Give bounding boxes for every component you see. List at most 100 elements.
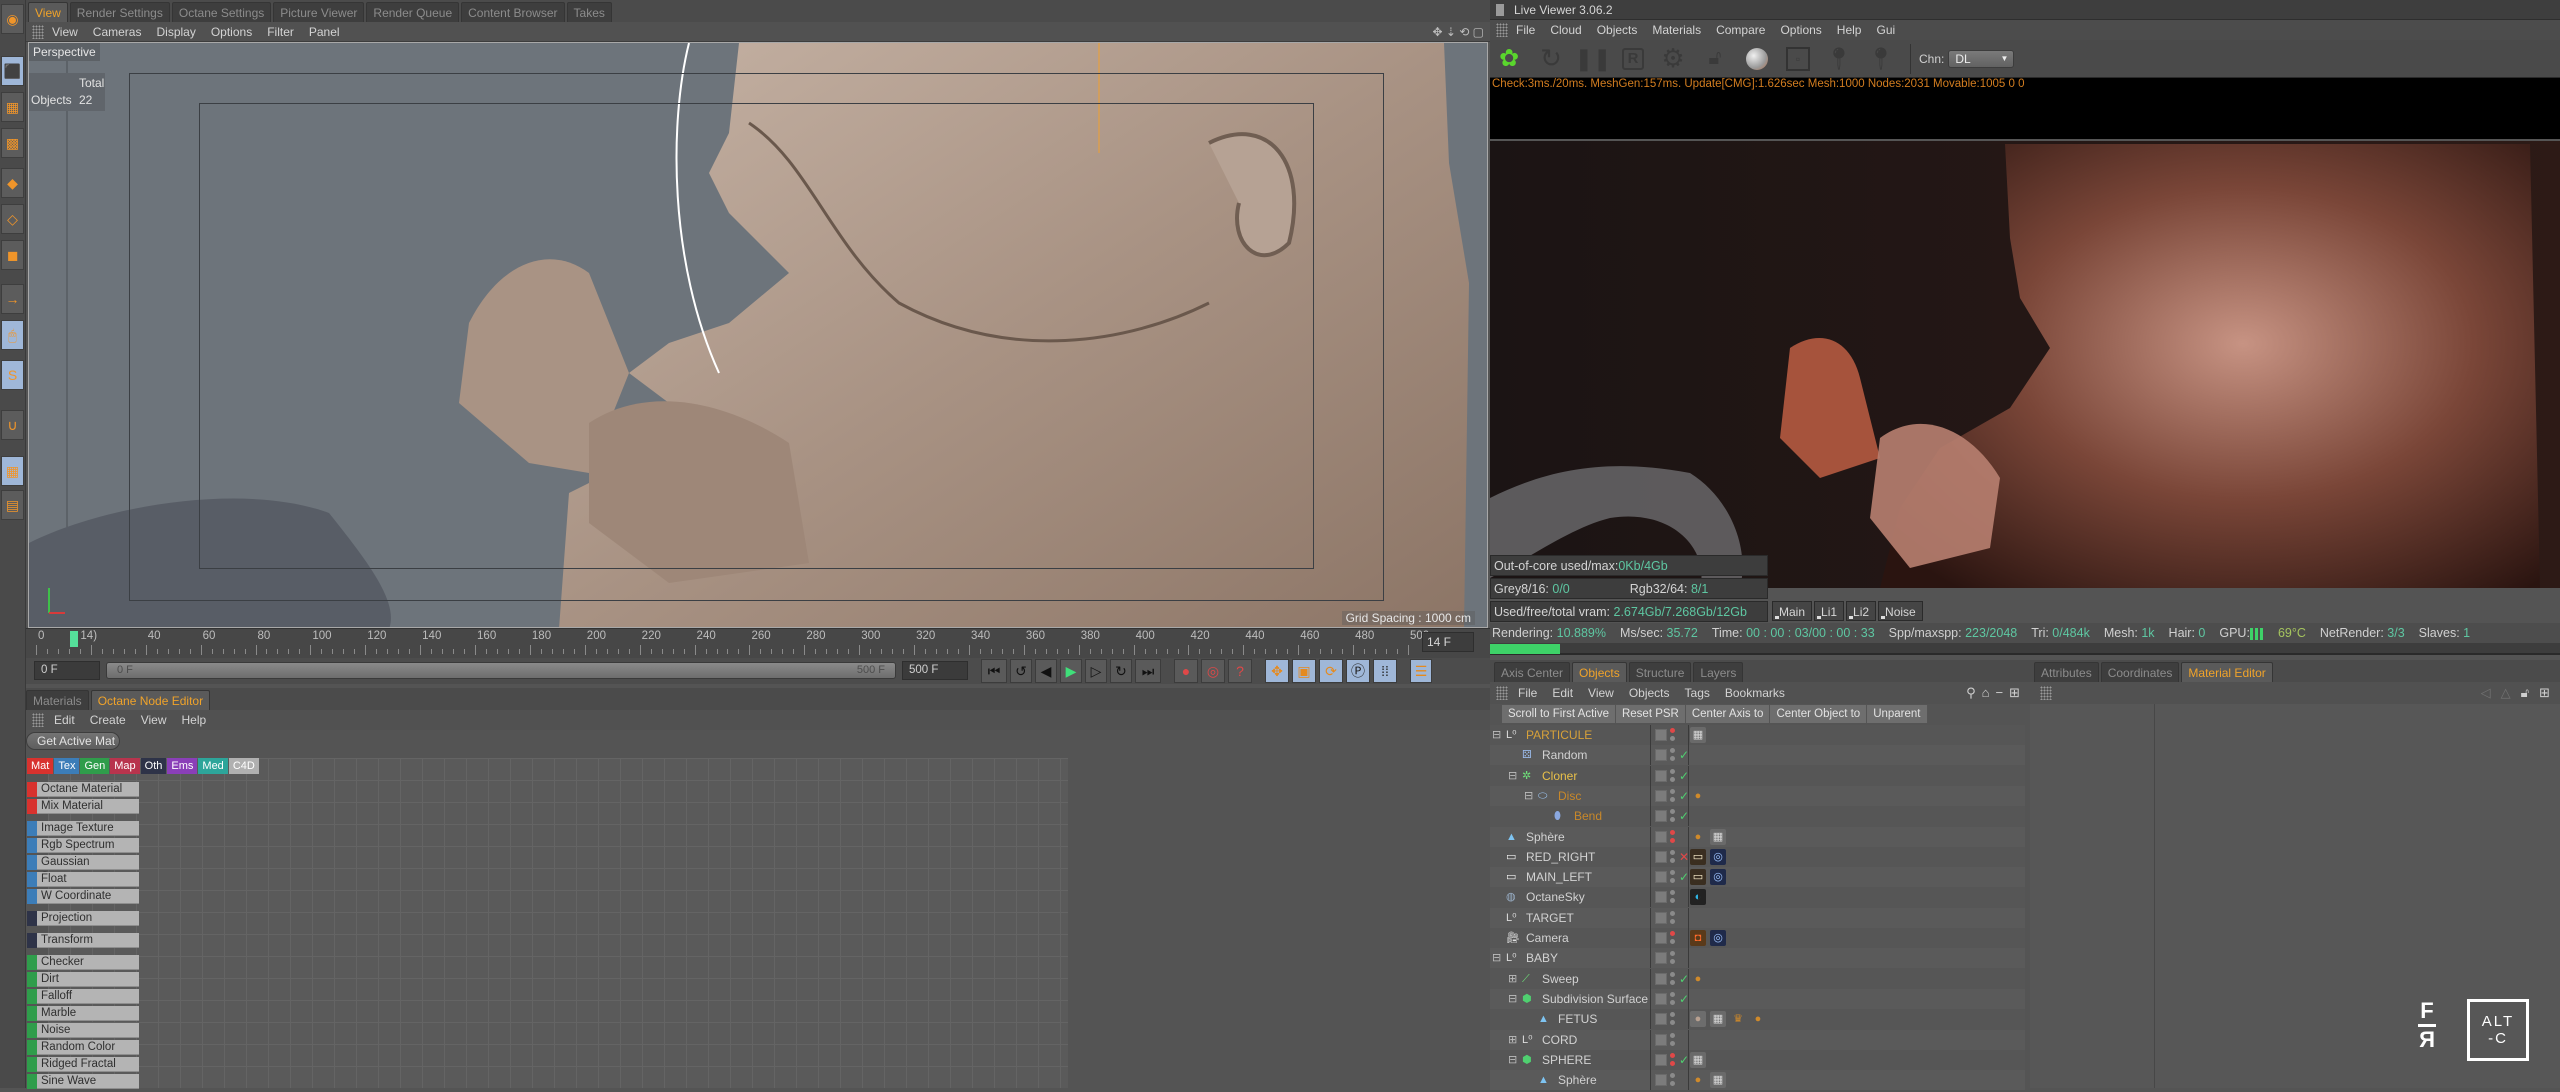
checker-tag-icon[interactable]: ▦	[1710, 1072, 1726, 1089]
render-visibility-dot[interactable]	[1670, 736, 1675, 741]
menu-cameras[interactable]: Cameras	[93, 25, 142, 39]
key-scale-button[interactable]: ▣	[1292, 659, 1316, 683]
material-pick-icon[interactable]: 📍︎	[1867, 46, 1895, 72]
category-ems[interactable]: Ems	[167, 758, 198, 774]
category-map[interactable]: Map	[110, 758, 140, 774]
editor-visibility-dot[interactable]	[1670, 1032, 1675, 1038]
object-row-sphere[interactable]: ⊟ ⬢ SPHERE ✓ ▦	[1490, 1049, 2025, 1070]
menu-panel[interactable]: Panel	[309, 25, 340, 39]
menu-view[interactable]: View	[1588, 686, 1614, 700]
object-name[interactable]: Sphère	[1558, 1070, 1597, 1090]
tab-render-queue[interactable]: Render Queue	[366, 2, 460, 22]
menu-help[interactable]: Help	[1837, 23, 1862, 37]
menu-options[interactable]: Options	[1780, 23, 1821, 37]
node-falloff[interactable]: Falloff	[27, 989, 139, 1004]
editor-visibility-dot[interactable]	[1670, 931, 1675, 936]
editor-visibility-dot[interactable]	[1670, 809, 1675, 815]
pose-tag-icon[interactable]: ♛	[1730, 1011, 1746, 1027]
node-checker[interactable]: Checker	[27, 955, 139, 970]
render-visibility-dot[interactable]	[1670, 837, 1675, 843]
editor-visibility-dot[interactable]	[1670, 971, 1675, 977]
menu-materials[interactable]: Materials	[1652, 23, 1701, 37]
new-panel-icon[interactable]: ⊞	[2539, 685, 2550, 701]
material-preview-icon[interactable]	[1744, 46, 1770, 72]
home-icon[interactable]: ⌂	[1982, 685, 1990, 701]
previous-frame-button[interactable]: ◀	[1035, 659, 1057, 683]
object-name[interactable]: CORD	[1542, 1030, 1577, 1050]
back-arrow-icon[interactable]: ◁	[2481, 685, 2491, 701]
render-visibility-dot[interactable]	[1670, 878, 1675, 884]
tab-octane-node-editor[interactable]: Octane Node Editor	[90, 690, 211, 710]
axis-icon[interactable]: →	[1, 284, 24, 314]
record-keys-button[interactable]: ●	[1174, 659, 1198, 683]
view-nav-icons[interactable]: ✥ ⇣ ⟲ ▢	[1432, 25, 1484, 39]
object-row-sph-re[interactable]: ▲ Sphère ● ▦	[1490, 826, 2025, 847]
camera-label[interactable]: Perspective	[29, 43, 100, 61]
lock-icon[interactable]: 🔓︎	[2521, 685, 2529, 701]
timeline-ruler[interactable]: 0 40 60 80 100 120 140 160 180 200 220 240 260 280 300…	[26, 628, 1490, 658]
editor-visibility-dot[interactable]	[1670, 728, 1675, 733]
menu-edit[interactable]: Edit	[54, 713, 75, 727]
node-projection[interactable]: Projection	[27, 911, 139, 926]
panel-grip-handle[interactable]	[2040, 686, 2052, 700]
node-image-texture[interactable]: Image Texture	[27, 821, 139, 836]
texture-grid-icon[interactable]: ▩	[1, 128, 24, 158]
layer-toggle[interactable]	[1655, 1033, 1667, 1046]
mouse-icon[interactable]: 🖱︎	[1, 320, 24, 350]
layer-toggle[interactable]	[1655, 952, 1667, 965]
category-med[interactable]: Med	[198, 758, 228, 774]
render-visibility-dot[interactable]	[1670, 898, 1675, 904]
magnet-icon[interactable]: ∪	[1, 410, 24, 440]
object-row-sph-re[interactable]: ▲ Sphère ● ▦	[1490, 1070, 2025, 1091]
object-name[interactable]: Subdivision Surface	[1542, 989, 1648, 1009]
material-tag-icon[interactable]: ●	[1690, 971, 1706, 987]
keyframe-selection-button[interactable]: ?	[1228, 659, 1252, 683]
checker-tag-icon[interactable]: ▦	[1710, 1011, 1726, 1028]
render-visibility-dot[interactable]	[1670, 999, 1675, 1005]
object-name[interactable]: Sphère	[1526, 827, 1565, 847]
object-name[interactable]: FETUS	[1558, 1009, 1597, 1029]
object-name[interactable]: Sweep	[1542, 969, 1579, 989]
menu-create[interactable]: Create	[90, 713, 126, 727]
range-end-field[interactable]: 500 F	[902, 661, 968, 680]
object-row-random[interactable]: ⚄ Random ✓	[1490, 745, 2025, 766]
layer-toggle[interactable]	[1655, 789, 1667, 802]
category-mat[interactable]: Mat	[27, 758, 54, 774]
object-name[interactable]: SPHERE	[1542, 1050, 1591, 1070]
tab-coordinates[interactable]: Coordinates	[2100, 662, 2180, 682]
collapse-icon[interactable]: ⊟	[1508, 1050, 1517, 1070]
render-visibility-dot[interactable]	[1670, 756, 1675, 762]
object-name[interactable]: Random	[1542, 745, 1587, 765]
editor-visibility-dot[interactable]	[1670, 1073, 1675, 1079]
layer-toggle[interactable]	[1655, 810, 1667, 823]
layer-toggle[interactable]	[1655, 729, 1667, 741]
menu-bookmarks[interactable]: Bookmarks	[1725, 686, 1785, 700]
menu-view[interactable]: View	[52, 25, 78, 39]
checker-texture-icon[interactable]: ▦	[1, 92, 24, 122]
object-row-particule[interactable]: ⊟ L⁰ PARTICULE ▦	[1490, 725, 2025, 745]
render-visibility-dot[interactable]	[1670, 1060, 1675, 1066]
editor-visibility-dot[interactable]	[1670, 1012, 1675, 1018]
editor-visibility-dot[interactable]	[1670, 890, 1675, 896]
tab-picture-viewer[interactable]: Picture Viewer	[273, 2, 365, 22]
skin-material-tag-icon[interactable]: ●	[1690, 1011, 1706, 1028]
focus-pick-icon[interactable]: 📍︎	[1825, 46, 1853, 72]
object-name[interactable]: Cloner	[1542, 766, 1577, 786]
pause-icon[interactable]: ❚❚	[1575, 46, 1612, 72]
tab-attributes[interactable]: Attributes	[2034, 662, 2099, 682]
node-transform[interactable]: Transform	[27, 933, 139, 948]
center-axis-to-button[interactable]: Center Axis to	[1685, 705, 1771, 723]
light-tag-icon[interactable]: ▭	[1690, 869, 1706, 886]
layer-toggle[interactable]	[1655, 891, 1667, 904]
node-float[interactable]: Float	[27, 872, 139, 887]
tab-objects[interactable]: Objects	[1572, 662, 1627, 682]
node-noise[interactable]: Noise	[27, 1023, 139, 1038]
category-c4d[interactable]: C4D	[228, 758, 259, 774]
expand-icon[interactable]: ⊞	[1508, 969, 1517, 989]
next-frame-button[interactable]: ▷	[1085, 659, 1107, 683]
editor-visibility-dot[interactable]	[1670, 991, 1675, 997]
target-tag-icon[interactable]: ◎	[1710, 848, 1726, 865]
layer-toggle[interactable]	[1655, 1053, 1667, 1066]
collapse-icon[interactable]: ⊟	[1508, 989, 1517, 1009]
panel-grip-handle[interactable]	[1496, 23, 1508, 37]
